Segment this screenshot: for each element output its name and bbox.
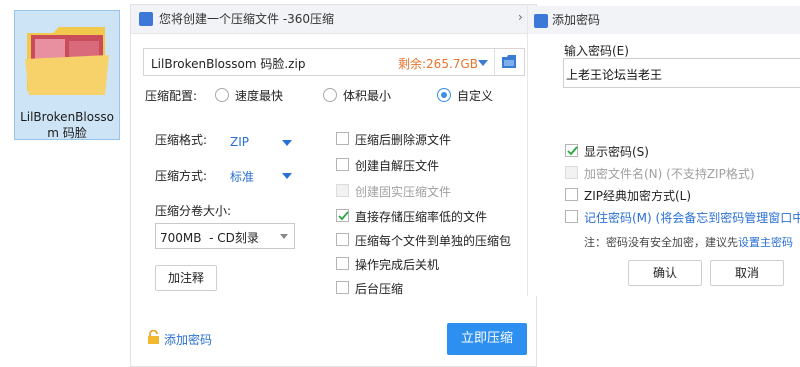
background-label[interactable]: 后台压缩 [355, 280, 403, 297]
confirm-button[interactable]: 确认 [628, 260, 702, 286]
360zip-app-icon [534, 14, 548, 28]
path-divider [494, 49, 495, 75]
self-extract-label[interactable]: 创建自解压文件 [355, 157, 439, 174]
radio-fastest-label[interactable]: 速度最快 [235, 87, 283, 104]
format-select[interactable]: ZIP [230, 135, 249, 149]
path-dropdown-icon[interactable] [478, 60, 488, 66]
free-space-label: 剩余:265.7GB [398, 57, 478, 71]
solid-archive-label: 创建固实压缩文件 [355, 185, 452, 199]
radio-fastest[interactable] [215, 88, 229, 102]
add-password-link[interactable]: 添加密码 [164, 331, 212, 348]
method-dropdown-icon[interactable] [282, 173, 292, 179]
radio-custom-label[interactable]: 自定义 [457, 87, 493, 104]
radio-custom[interactable] [437, 88, 451, 102]
lock-icon [148, 330, 159, 344]
checkbox-zip-classic[interactable] [565, 188, 578, 201]
split-dropdown-icon[interactable] [280, 234, 288, 239]
desktop-file-icon[interactable]: LilBrokenBlossom 码脸 [14, 10, 120, 140]
format-label: 压缩格式: [155, 133, 208, 147]
compress-config-label: 压缩配置: [145, 89, 198, 103]
set-master-password-link[interactable]: 设置主密码 [738, 236, 793, 249]
security-note: 注：密码没有安全加密，建议先设置主密码 [584, 234, 793, 250]
method-select[interactable]: 标准 [230, 168, 254, 185]
password-dialog-title: 添加密码 [552, 13, 601, 27]
output-path-value: LilBrokenBlossom 码脸.zip [151, 57, 306, 71]
compress-title-bar: 您将创建一个压缩文件 -360压缩 › [131, 5, 536, 34]
security-note-text: 注：密码没有安全加密，建议先 [584, 236, 738, 249]
password-dialog: 添加密码 输入密码(E) 上老王论坛当老王 显示密码(S) 加密文件名(N) (… [527, 6, 800, 296]
checkbox-solid-archive [336, 184, 349, 197]
password-title-bar: 添加密码 [528, 6, 800, 34]
chevron-right-icon[interactable]: › [518, 10, 523, 24]
output-path-field[interactable]: LilBrokenBlossom 码脸.zip 剩余:265.7GB [143, 48, 525, 76]
separate-archives-label[interactable]: 压缩每个文件到单独的压缩包 [355, 232, 511, 249]
method-label: 压缩方式: [155, 169, 208, 183]
split-size-select[interactable]: 700MB - CD刻录 [155, 223, 295, 249]
folder-icon [25, 27, 109, 95]
split-size-value: 700MB - CD刻录 [160, 231, 259, 245]
checkbox-separate-archives[interactable] [336, 233, 349, 246]
add-comment-button[interactable]: 加注释 [155, 265, 217, 291]
encrypt-filenames-label: 加密文件名(N) (不支持ZIP格式) [584, 167, 755, 181]
checkbox-store-low-ratio[interactable] [336, 209, 349, 222]
checkbox-background[interactable] [336, 281, 349, 294]
compress-now-button[interactable]: 立即压缩 [447, 323, 527, 355]
checkbox-self-extract[interactable] [336, 158, 349, 171]
zip-classic-label[interactable]: ZIP经典加密方式(L) [584, 187, 691, 204]
browse-folder-icon[interactable] [502, 55, 516, 68]
compress-dialog: 您将创建一个压缩文件 -360压缩 › LilBrokenBlossom 码脸.… [130, 4, 537, 367]
password-value: 上老王论坛当老王 [566, 68, 663, 82]
cancel-button[interactable]: 取消 [710, 260, 784, 286]
show-password-label[interactable]: 显示密码(S) [584, 143, 649, 160]
file-name-label: LilBrokenBlossom 码脸 [20, 110, 114, 140]
split-size-label: 压缩分卷大小: [155, 204, 232, 218]
checkmark-icon [567, 146, 578, 156]
password-input[interactable]: 上老王论坛当老王 [563, 58, 800, 88]
checkmark-icon [338, 211, 349, 221]
radio-smallest-label[interactable]: 体积最小 [343, 87, 391, 104]
store-low-ratio-label[interactable]: 直接存储压缩率低的文件 [355, 208, 487, 225]
remember-password-label[interactable]: 记住密码(M) (将会备忘到密码管理窗口中) [584, 209, 800, 226]
checkbox-remember-password[interactable] [565, 210, 578, 223]
password-input-label: 输入密码(E) [564, 44, 629, 58]
shutdown-label[interactable]: 操作完成后关机 [355, 256, 439, 273]
delete-source-label[interactable]: 压缩后删除源文件 [355, 131, 451, 148]
compress-dialog-title: 您将创建一个压缩文件 -360压缩 [159, 12, 335, 26]
checkbox-show-password[interactable] [565, 144, 578, 157]
radio-smallest[interactable] [323, 88, 337, 102]
checkbox-encrypt-filenames [565, 166, 578, 179]
checkbox-delete-source[interactable] [336, 132, 349, 145]
format-dropdown-icon[interactable] [282, 140, 292, 146]
checkbox-shutdown[interactable] [336, 257, 349, 270]
360zip-app-icon [139, 12, 153, 26]
